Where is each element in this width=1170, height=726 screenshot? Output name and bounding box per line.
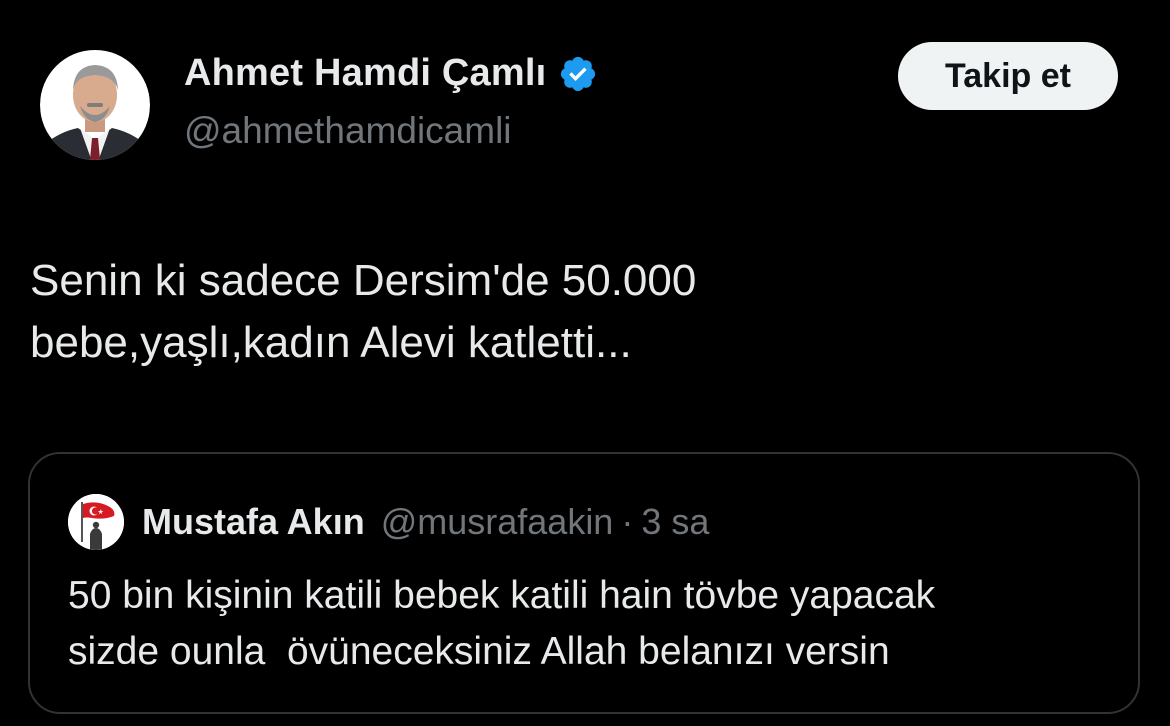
- tweet-text-line: Senin ki sadece Dersim'de 50.000: [30, 256, 697, 305]
- tweet-text: Senin ki sadece Dersim'de 50.000 bebe,ya…: [30, 250, 1130, 374]
- tweet-text-line: bebe,yaşlı,kadın Alevi katletti...: [30, 318, 632, 367]
- verified-badge-icon: [558, 54, 598, 94]
- quoted-tweet-card[interactable]: Mustafa Akın @musrafaakin · 3 sa 50 bin …: [28, 452, 1140, 714]
- separator-dot: ·: [621, 501, 634, 542]
- quoted-tweet-time[interactable]: 3 sa: [641, 501, 709, 543]
- quoted-author-name[interactable]: Mustafa Akın: [142, 501, 365, 543]
- quoted-tweet-text-line: sizde ounla övüneceksiniz Allah belanızı…: [68, 630, 890, 673]
- follow-button[interactable]: Takip et: [898, 42, 1118, 110]
- quoted-tweet-header: Mustafa Akın @musrafaakin · 3 sa: [68, 494, 709, 550]
- tweet: Ahmet Hamdi Çamlı @ahmethamdicamli Takip…: [0, 0, 1170, 726]
- author-name-row: Ahmet Hamdi Çamlı: [184, 52, 598, 95]
- author-display-name[interactable]: Ahmet Hamdi Çamlı: [184, 52, 546, 95]
- quoted-author-handle[interactable]: @musrafaakin: [381, 501, 614, 543]
- quoted-tweet-text-line: 50 bin kişinin katili bebek katili hain …: [68, 574, 936, 617]
- quoted-author-avatar[interactable]: [68, 494, 124, 550]
- author-avatar[interactable]: [40, 40, 150, 170]
- quoted-tweet-text: 50 bin kişinin katili bebek katili hain …: [68, 568, 1128, 680]
- author-handle[interactable]: @ahmethamdicamli: [184, 110, 512, 152]
